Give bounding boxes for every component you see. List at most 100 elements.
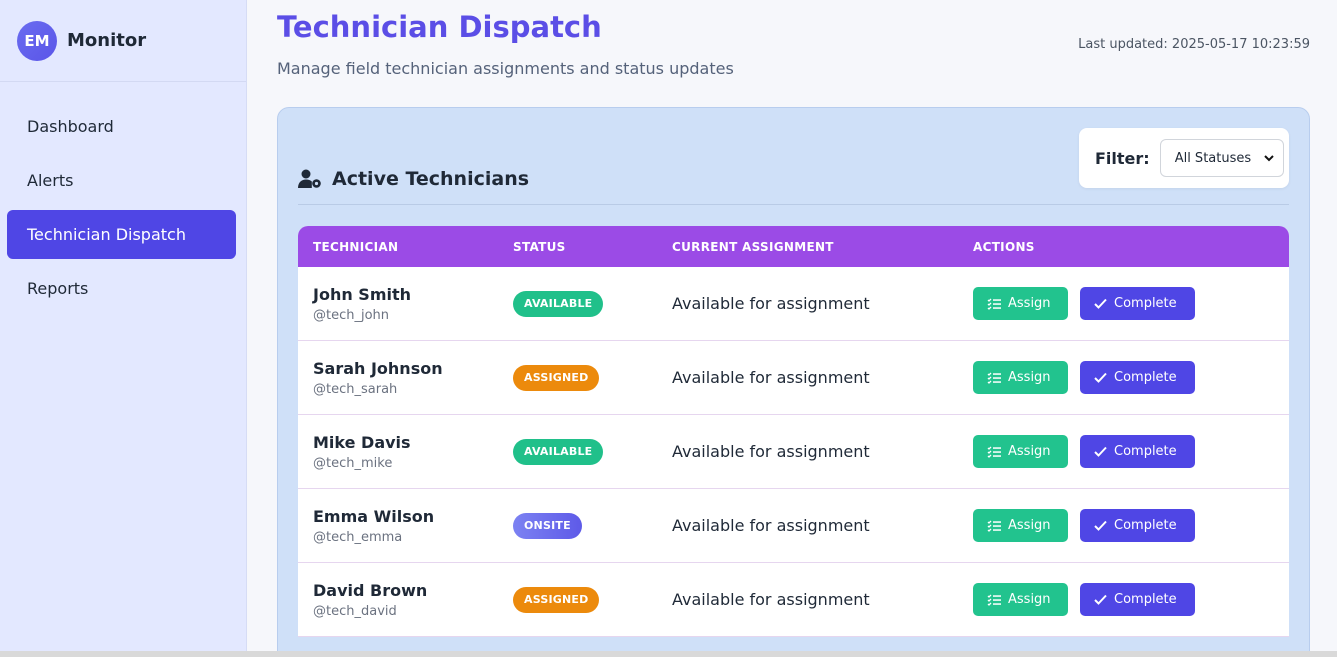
technician-handle: @tech_sarah	[313, 381, 398, 397]
assign-label: Assign	[1008, 518, 1051, 533]
card-title-wrap: Active Technicians	[298, 168, 529, 190]
check-icon	[1094, 372, 1107, 383]
header-status: STATUS	[513, 239, 566, 254]
technician-cell: John Smith @tech_john	[298, 285, 498, 323]
assign-label: Assign	[1008, 370, 1051, 385]
sidebar-nav: Dashboard Alerts Technician Dispatch Rep…	[0, 82, 246, 313]
status-cell: ASSIGNED	[498, 364, 657, 391]
page-title: Technician Dispatch	[277, 10, 602, 44]
assign-button[interactable]: Assign	[973, 287, 1068, 320]
assignment-cell: Available for assignment	[657, 516, 958, 535]
assign-label: Assign	[1008, 444, 1051, 459]
user-gear-icon	[298, 169, 321, 188]
page-subtitle: Manage field technician assignments and …	[277, 59, 734, 78]
complete-button[interactable]: Complete	[1080, 509, 1195, 542]
status-badge: AVAILABLE	[513, 290, 604, 317]
complete-button[interactable]: Complete	[1080, 361, 1195, 394]
complete-label: Complete	[1114, 592, 1177, 607]
chevron-down-icon	[1263, 155, 1274, 162]
actions-cell: Assign Complete	[958, 583, 1289, 616]
assignment-text: Available for assignment	[672, 442, 870, 461]
status-cell: AVAILABLE	[498, 290, 657, 317]
technician-cell: Mike Davis @tech_mike	[298, 433, 498, 471]
actions-cell: Assign Complete	[958, 361, 1289, 394]
technician-name: Emma Wilson	[313, 506, 435, 526]
assignment-text: Available for assignment	[672, 590, 870, 609]
assign-button[interactable]: Assign	[973, 509, 1068, 542]
brand-avatar: EM	[17, 20, 57, 61]
sidebar-item-technician-dispatch[interactable]: Technician Dispatch	[7, 210, 236, 259]
status-cell: ASSIGNED	[498, 586, 657, 613]
assignment-cell: Available for assignment	[657, 368, 958, 387]
status-badge: ASSIGNED	[513, 586, 600, 613]
card-title: Active Technicians	[332, 168, 530, 190]
status-cell: AVAILABLE	[498, 438, 657, 465]
sidebar-item-label: Dashboard	[27, 117, 114, 136]
check-icon	[1094, 520, 1107, 531]
assignment-cell: Available for assignment	[657, 442, 958, 461]
sidebar: EM Monitor Dashboard Alerts Technician D…	[0, 0, 247, 651]
assign-button[interactable]: Assign	[973, 583, 1068, 616]
check-icon	[1094, 446, 1107, 457]
status-cell: ONSITE	[498, 512, 657, 539]
technicians-table: TECHNICIAN STATUS CURRENT ASSIGNMENT ACT…	[298, 226, 1289, 637]
header-technician: TECHNICIAN	[313, 239, 399, 254]
technician-cell: Emma Wilson @tech_emma	[298, 507, 498, 545]
table-row: Sarah Johnson @tech_sarah ASSIGNED Avail…	[298, 341, 1289, 415]
list-check-icon	[987, 520, 1001, 532]
brand: EM Monitor	[0, 0, 246, 82]
assignment-text: Available for assignment	[672, 368, 870, 387]
header-actions: ACTIONS	[973, 239, 1035, 254]
sidebar-item-label: Alerts	[27, 171, 74, 190]
status-badge: ONSITE	[513, 512, 582, 539]
sidebar-item-reports[interactable]: Reports	[7, 264, 236, 313]
assign-label: Assign	[1008, 592, 1051, 607]
technician-name: Sarah Johnson	[313, 358, 443, 378]
technician-cell: Sarah Johnson @tech_sarah	[298, 359, 498, 397]
complete-button[interactable]: Complete	[1080, 435, 1195, 468]
technician-cell: David Brown @tech_david	[298, 581, 498, 619]
table-row: John Smith @tech_john AVAILABLE Availabl…	[298, 267, 1289, 341]
filter-label: Filter:	[1095, 148, 1150, 168]
assignment-cell: Available for assignment	[657, 294, 958, 313]
status-badge: ASSIGNED	[513, 364, 600, 391]
header-current-assignment: CURRENT ASSIGNMENT	[672, 239, 834, 254]
technician-handle: @tech_john	[313, 307, 390, 323]
technician-name: David Brown	[313, 580, 428, 600]
table-row: Mike Davis @tech_mike AVAILABLE Availabl…	[298, 415, 1289, 489]
technician-name: John Smith	[313, 284, 412, 304]
assignment-text: Available for assignment	[672, 294, 870, 313]
sidebar-item-label: Technician Dispatch	[27, 225, 186, 244]
check-icon	[1094, 594, 1107, 605]
technician-name: Mike Davis	[313, 432, 411, 452]
app-root: EM Monitor Dashboard Alerts Technician D…	[0, 0, 1337, 657]
card-header: Active Technicians Filter: All Statuses	[298, 128, 1289, 205]
list-check-icon	[987, 372, 1001, 384]
list-check-icon	[987, 594, 1001, 606]
table-row: David Brown @tech_david ASSIGNED Availab…	[298, 563, 1289, 637]
status-filter-select[interactable]: All Statuses	[1159, 139, 1284, 177]
filter-selected-value: All Statuses	[1174, 150, 1252, 166]
complete-label: Complete	[1114, 370, 1177, 385]
last-updated: Last updated: 2025-05-17 10:23:59	[1078, 37, 1310, 52]
assignment-cell: Available for assignment	[657, 590, 958, 609]
assignment-text: Available for assignment	[672, 516, 870, 535]
complete-label: Complete	[1114, 518, 1177, 533]
actions-cell: Assign Complete	[958, 287, 1289, 320]
main-content: Technician Dispatch Manage field technic…	[247, 0, 1337, 651]
list-check-icon	[987, 446, 1001, 458]
status-badge: AVAILABLE	[513, 438, 604, 465]
assign-button[interactable]: Assign	[973, 361, 1068, 394]
complete-button[interactable]: Complete	[1080, 583, 1195, 616]
technician-handle: @tech_david	[313, 603, 397, 619]
complete-button[interactable]: Complete	[1080, 287, 1195, 320]
complete-label: Complete	[1114, 444, 1177, 459]
technician-handle: @tech_emma	[313, 529, 403, 545]
assign-button[interactable]: Assign	[973, 435, 1068, 468]
actions-cell: Assign Complete	[958, 435, 1289, 468]
actions-cell: Assign Complete	[958, 509, 1289, 542]
bottom-strip	[0, 651, 1337, 657]
sidebar-item-alerts[interactable]: Alerts	[7, 156, 236, 205]
sidebar-item-dashboard[interactable]: Dashboard	[7, 102, 236, 151]
technician-handle: @tech_mike	[313, 455, 393, 471]
